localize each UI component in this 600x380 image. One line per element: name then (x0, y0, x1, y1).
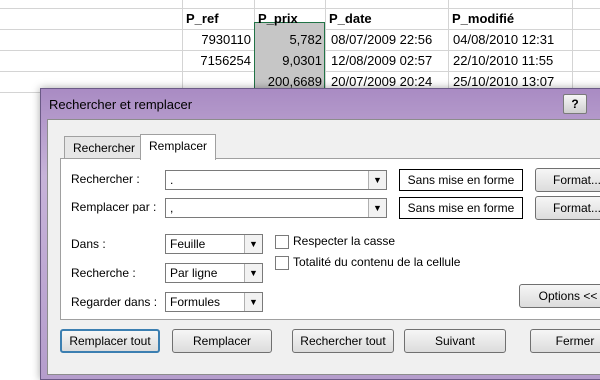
column-header-p-modifie[interactable]: P_modifié (452, 9, 514, 29)
find-format-preview: Sans mise en forme (399, 169, 523, 191)
table-cell[interactable]: 04/08/2010 12:31 (453, 30, 554, 50)
chevron-down-icon[interactable]: ▼ (244, 235, 262, 253)
column-header-p-ref[interactable]: P_ref (186, 9, 219, 29)
replace-input-value: , (170, 201, 174, 215)
replace-input[interactable]: , ▼ (165, 198, 387, 218)
find-format-button[interactable]: Format... (535, 168, 600, 192)
table-cell[interactable]: 22/10/2010 11:55 (453, 51, 553, 71)
match-case-label[interactable]: Respecter la casse (293, 234, 395, 248)
match-case-checkbox[interactable] (275, 235, 289, 249)
chevron-down-icon[interactable]: ▼ (368, 171, 386, 189)
close-button[interactable]: Fermer (530, 329, 600, 353)
replace-format-button[interactable]: Format... (535, 196, 600, 220)
look-in-value: Formules (170, 295, 221, 309)
entire-cell-checkbox[interactable] (275, 256, 289, 270)
table-cell[interactable]: 5,782 (254, 30, 325, 50)
search-order-select[interactable]: Par ligne ▼ (165, 263, 263, 283)
look-in-select[interactable]: Formules ▼ (165, 292, 263, 312)
search-order-value: Par ligne (170, 266, 218, 280)
chevron-down-icon[interactable]: ▼ (244, 293, 262, 311)
help-button[interactable]: ? (563, 94, 587, 114)
replace-all-button[interactable]: Remplacer tout (60, 329, 160, 353)
within-value: Feuille (170, 237, 206, 251)
find-replace-dialog: Rechercher et remplacer ? Rechercher Rem… (40, 88, 600, 380)
replace-label: Remplacer par : (71, 200, 157, 214)
look-in-label: Regarder dans : (71, 295, 158, 309)
replace-tab-panel: Rechercher : . ▼ Sans mise en forme Form… (60, 158, 600, 320)
options-button[interactable]: Options << (519, 284, 600, 308)
find-input[interactable]: . ▼ (165, 170, 387, 190)
tab-rechercher[interactable]: Rechercher (64, 136, 145, 159)
find-next-button[interactable]: Suivant (404, 329, 506, 353)
within-label: Dans : (71, 237, 106, 251)
tab-remplacer[interactable]: Remplacer (140, 134, 217, 160)
chevron-down-icon[interactable]: ▼ (368, 199, 386, 217)
table-cell[interactable]: 7930110 (182, 30, 254, 50)
table-cell[interactable]: 9,0301 (254, 51, 325, 71)
find-label: Rechercher : (71, 172, 140, 186)
column-header-p-prix[interactable]: P_prix (258, 9, 298, 29)
search-order-label: Recherche : (71, 266, 136, 280)
dialog-client-area: Rechercher Remplacer Rechercher : . ▼ Sa… (47, 119, 600, 375)
table-cell[interactable]: 7156254 (182, 51, 254, 71)
table-cell[interactable]: 12/08/2009 02:57 (331, 51, 432, 71)
dialog-titlebar[interactable]: Rechercher et remplacer ? (41, 89, 600, 119)
table-cell[interactable]: 08/07/2009 22:56 (331, 30, 432, 50)
dialog-title: Rechercher et remplacer (49, 97, 193, 112)
within-select[interactable]: Feuille ▼ (165, 234, 263, 254)
column-header-p-date[interactable]: P_date (329, 9, 372, 29)
replace-button[interactable]: Remplacer (172, 329, 272, 353)
entire-cell-label[interactable]: Totalité du contenu de la cellule (293, 255, 460, 269)
find-input-value: . (170, 173, 174, 187)
replace-format-preview: Sans mise en forme (399, 197, 523, 219)
find-all-button[interactable]: Rechercher tout (292, 329, 394, 353)
chevron-down-icon[interactable]: ▼ (244, 264, 262, 282)
